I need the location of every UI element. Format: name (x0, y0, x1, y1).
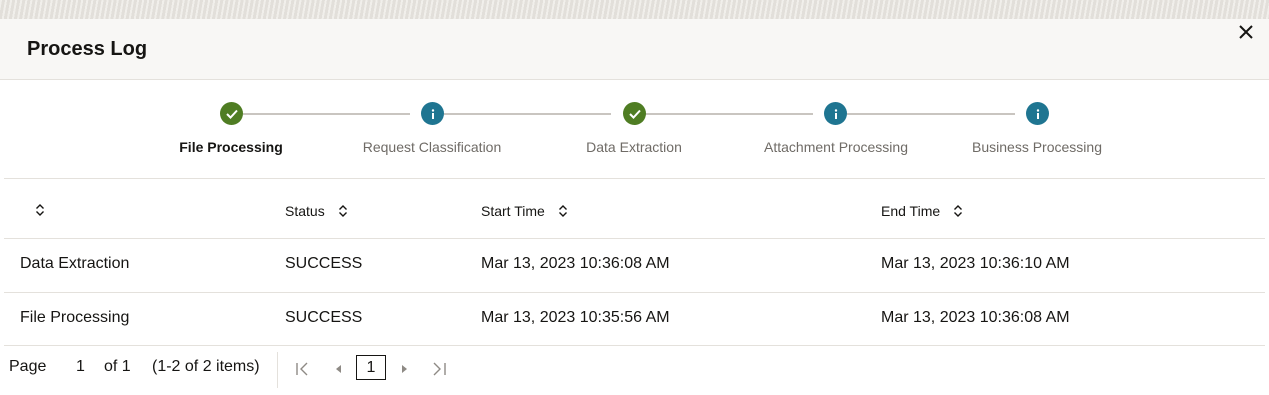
cell-status: SUCCESS (285, 255, 363, 272)
first-page-icon[interactable] (295, 360, 311, 378)
step-label-attachment-processing[interactable]: Attachment Processing (764, 139, 908, 155)
step-connector (847, 113, 1015, 115)
step-label-request-classification[interactable]: Request Classification (363, 139, 502, 155)
column-header-end-time[interactable]: End Time (881, 203, 964, 219)
column-header-start-time[interactable]: Start Time (481, 203, 569, 219)
divider (4, 238, 1265, 239)
step-connector (645, 113, 813, 115)
divider (4, 292, 1265, 293)
sort-icon[interactable] (337, 204, 349, 218)
step-label-data-extraction[interactable]: Data Extraction (586, 139, 682, 155)
sort-icon[interactable] (557, 204, 569, 218)
last-page-icon[interactable] (431, 360, 447, 378)
close-icon[interactable] (1236, 22, 1256, 42)
step-label-file-processing[interactable]: File Processing (179, 139, 282, 155)
page-of-label: of 1 (104, 358, 131, 375)
pagination: Page 1 of 1 (1-2 of 2 items) 1 (0, 346, 1269, 395)
step-info-icon[interactable] (421, 102, 444, 125)
cell-end-time: Mar 13, 2023 10:36:08 AM (881, 309, 1070, 326)
step-connector (243, 113, 410, 115)
items-range-label: (1-2 of 2 items) (152, 358, 260, 375)
step-connector (444, 113, 611, 115)
current-page-button[interactable]: 1 (356, 355, 386, 380)
pagination-separator (277, 352, 278, 388)
cell-start-time: Mar 13, 2023 10:35:56 AM (481, 309, 670, 326)
sort-icon[interactable] (34, 203, 46, 217)
cell-end-time: Mar 13, 2023 10:36:10 AM (881, 255, 1070, 272)
cell-status: SUCCESS (285, 309, 363, 326)
column-header-status[interactable]: Status (285, 203, 349, 219)
background-strip (0, 0, 1269, 19)
cell-name: Data Extraction (20, 255, 130, 272)
process-stepper: File Processing Request Classification D… (0, 80, 1269, 178)
step-completed-icon[interactable] (623, 102, 646, 125)
step-info-icon[interactable] (1026, 102, 1049, 125)
divider (4, 178, 1265, 179)
step-label-business-processing[interactable]: Business Processing (972, 139, 1102, 155)
sort-icon[interactable] (952, 204, 964, 218)
cell-start-time: Mar 13, 2023 10:36:08 AM (481, 255, 670, 272)
cell-name: File Processing (20, 309, 130, 326)
column-header-name[interactable] (34, 203, 46, 217)
step-completed-icon[interactable] (220, 102, 243, 125)
dialog-header: Process Log (0, 19, 1269, 80)
page-label: Page (9, 358, 47, 375)
step-info-icon[interactable] (824, 102, 847, 125)
page-input[interactable]: 1 (76, 358, 85, 376)
dialog-title: Process Log (27, 38, 148, 60)
previous-page-icon[interactable] (331, 360, 347, 378)
next-page-icon[interactable] (396, 360, 412, 378)
